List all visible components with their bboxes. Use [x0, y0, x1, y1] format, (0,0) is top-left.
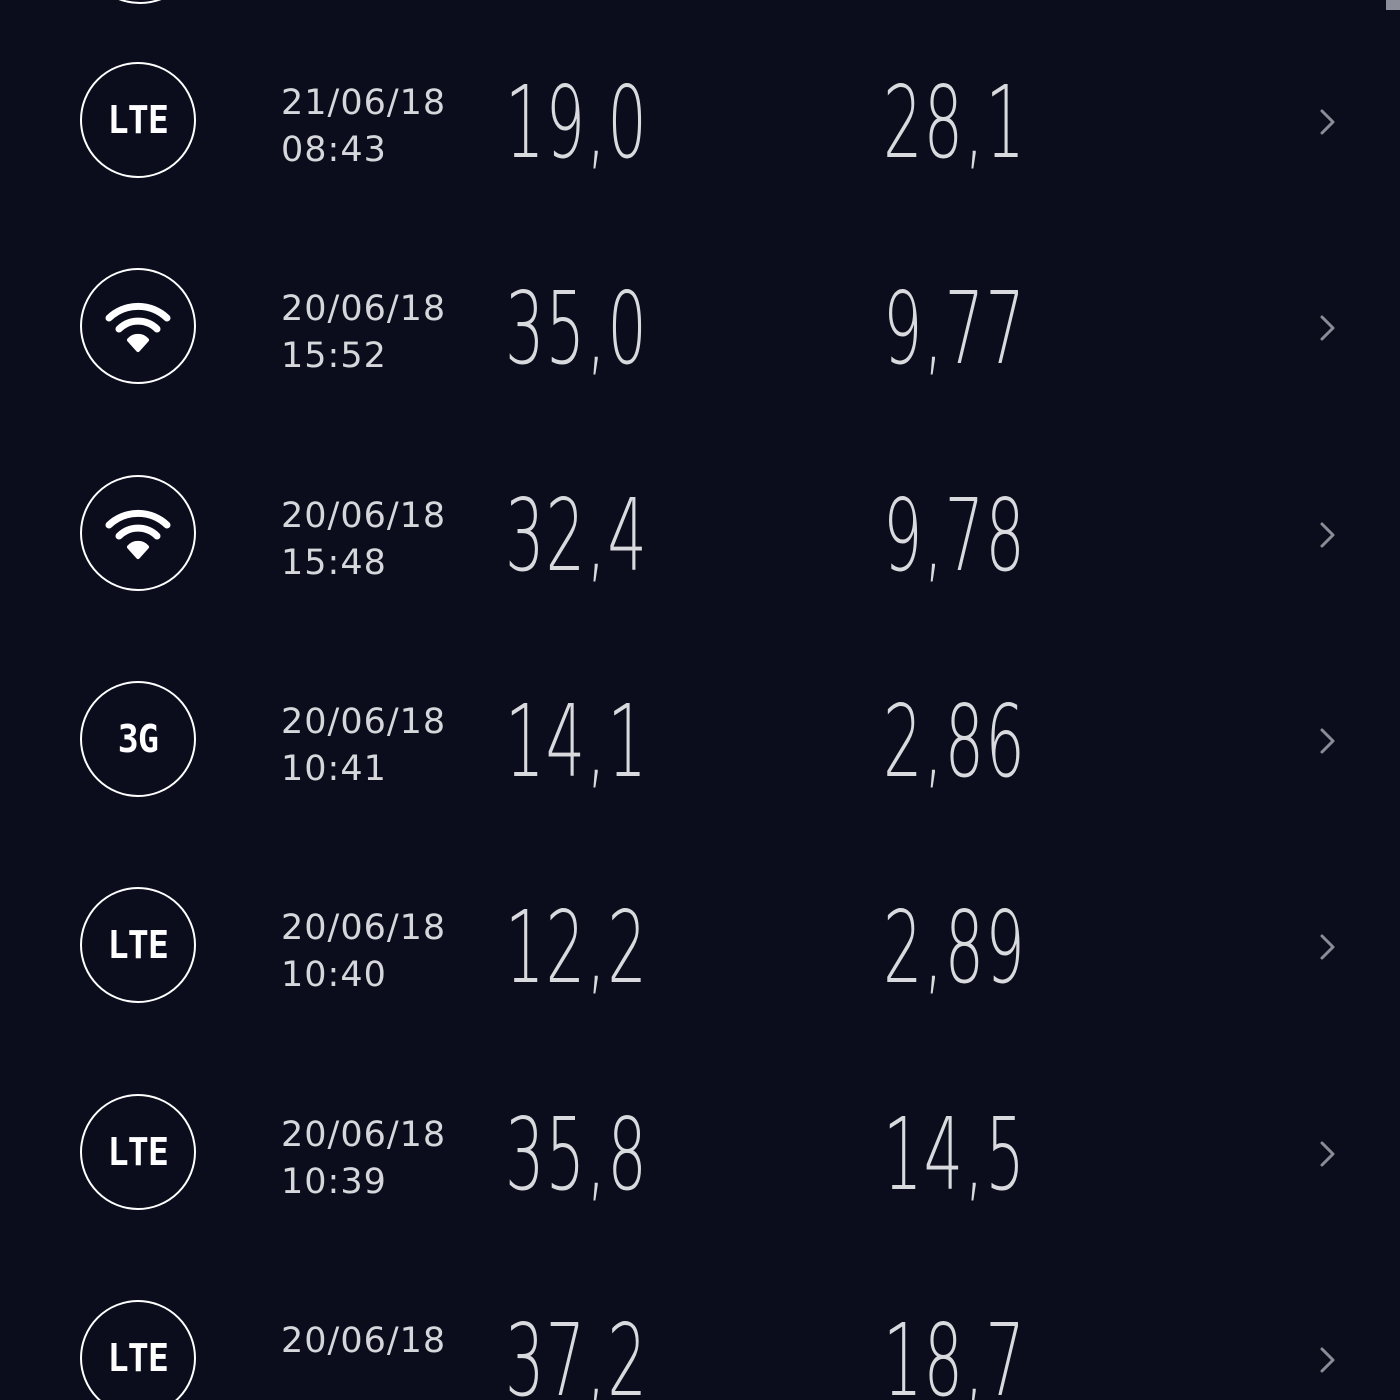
result-time: 10:40 — [281, 955, 387, 996]
result-date: 20/06/18 — [281, 908, 447, 949]
chevron-right-icon[interactable] — [1312, 932, 1342, 962]
chevron-right-icon[interactable] — [1312, 313, 1342, 343]
result-row[interactable]: 20/06/18 15:48 32,4 9,78 — [0, 387, 1400, 594]
network-type-label: LTE — [107, 1335, 169, 1380]
3g-icon: 3G — [80, 680, 196, 797]
results-screen: LTE 21/06/18 08:43 19,0 28,1 20/06/18 15:52 35,… — [0, 0, 1400, 1400]
upload-speed: 28,1 — [883, 64, 1027, 181]
wifi-glyph — [105, 303, 171, 353]
result-time: 10:39 — [281, 1161, 387, 1202]
result-datetime: 20/06/18 10:40 — [281, 905, 446, 999]
result-time: 08:43 — [281, 130, 387, 170]
result-datetime: 20/06/18 15:48 — [281, 493, 446, 587]
chevron-right-icon[interactable] — [1312, 1139, 1342, 1169]
network-type-label: 3G — [117, 716, 159, 761]
result-datetime: 21/06/18 08:43 — [281, 80, 446, 174]
result-date: 20/06/18 — [281, 1320, 447, 1361]
lte-icon: LTE — [80, 1093, 196, 1210]
upload-speed: 2,86 — [883, 682, 1027, 800]
download-speed: 32,4 — [505, 476, 649, 594]
result-row[interactable]: 20/06/18 15:52 35,0 9,77 — [0, 180, 1400, 387]
chevron-right-icon[interactable] — [1312, 107, 1342, 137]
network-type-label: LTE — [107, 98, 169, 142]
result-datetime: 20/06/18 15:52 — [281, 286, 446, 380]
result-date: 20/06/18 — [281, 701, 447, 742]
result-row[interactable]: LTE 20/06/18 10:39 35,8 14,5 — [0, 1006, 1400, 1213]
download-speed: 37,2 — [505, 1301, 649, 1400]
upload-speed: 9,77 — [883, 270, 1027, 388]
upload-speed: 14,5 — [883, 1095, 1027, 1213]
result-time: 15:52 — [281, 336, 387, 377]
chevron-right-icon[interactable] — [1312, 520, 1342, 550]
result-datetime: 20/06/18 10:39 — [281, 1112, 446, 1206]
download-speed: 35,8 — [505, 1095, 649, 1213]
result-row[interactable]: LTE 20/06/18 10:40 12,2 2,89 — [0, 799, 1400, 1006]
chevron-right-icon[interactable] — [1312, 1345, 1342, 1375]
network-type-label: LTE — [107, 1129, 169, 1174]
result-time: 10:41 — [281, 748, 387, 789]
download-speed: 12,2 — [505, 889, 649, 1007]
upload-speed: 9,78 — [883, 476, 1027, 594]
lte-icon: LTE — [80, 1299, 196, 1400]
download-speed: 14,1 — [505, 682, 649, 800]
wifi-icon — [80, 268, 196, 385]
result-row[interactable]: LTE 21/06/18 08:43 19,0 28,1 — [0, 0, 1400, 181]
lte-icon: LTE — [80, 62, 196, 178]
result-date: 21/06/18 — [281, 83, 447, 123]
result-row[interactable]: LTE 20/06/18 37,2 18,7 — [0, 1212, 1400, 1400]
result-date: 20/06/18 — [281, 1114, 447, 1155]
wifi-icon — [80, 474, 196, 591]
upload-speed: 18,7 — [883, 1301, 1027, 1400]
lte-icon: LTE — [80, 887, 196, 1004]
result-date: 20/06/18 — [281, 289, 447, 330]
result-date: 20/06/18 — [281, 495, 447, 536]
download-speed: 19,0 — [505, 64, 649, 181]
result-datetime: 20/06/18 — [281, 1318, 446, 1365]
result-datetime: 20/06/18 10:41 — [281, 699, 446, 793]
upload-speed: 2,89 — [883, 889, 1027, 1007]
download-speed: 35,0 — [505, 270, 649, 388]
result-time: 15:48 — [281, 542, 387, 583]
network-type-label: LTE — [107, 923, 169, 968]
wifi-glyph — [105, 509, 171, 559]
result-row[interactable]: 3G 20/06/18 10:41 14,1 2,86 — [0, 593, 1400, 800]
chevron-right-icon[interactable] — [1312, 726, 1342, 756]
